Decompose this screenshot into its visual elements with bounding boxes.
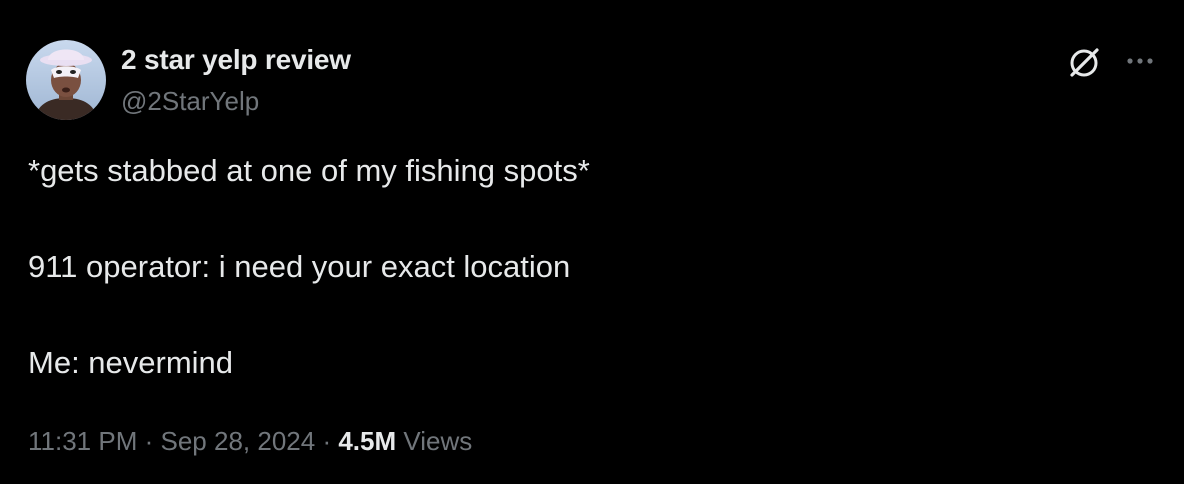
views-count: 4.5M <box>338 426 397 456</box>
tweet-time[interactable]: 11:31 PM <box>28 426 137 456</box>
author-display-name[interactable]: 2 star yelp review <box>121 44 351 76</box>
tweet-text-line: Me: nevermind <box>28 345 234 380</box>
tweet-text-line: 911 operator: i need your exact location <box>28 249 571 284</box>
meta-separator: · <box>322 426 332 456</box>
avatar-image <box>26 40 106 120</box>
avatar[interactable] <box>26 40 106 120</box>
tweet-text-line: *gets stabbed at one of my fishing spots… <box>28 153 590 188</box>
tweet-date[interactable]: Sep 28, 2024 <box>161 426 316 456</box>
tweet-card: 2 star yelp review @2StarYelp *gets stab… <box>0 0 1184 484</box>
author-handle[interactable]: @2StarYelp <box>121 86 259 117</box>
tweet-meta: 11:31 PM · Sep 28, 2024 · 4.5M Views <box>28 423 472 459</box>
meta-separator: · <box>144 426 154 456</box>
more-options-icon[interactable] <box>1120 46 1160 76</box>
views-label: Views <box>403 426 473 456</box>
grok-icon[interactable] <box>1064 42 1104 82</box>
